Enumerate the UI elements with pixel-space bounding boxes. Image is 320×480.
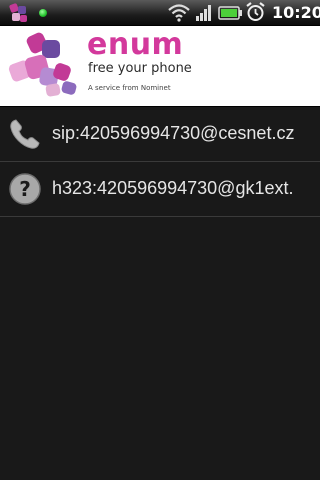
list-item[interactable]: sip:420596994730@cesnet.cz <box>0 107 320 162</box>
brand-name: enum <box>87 27 184 62</box>
clock-time: 10:20 <box>272 3 320 22</box>
question-mark-icon: ? <box>9 173 41 205</box>
alarm-clock-icon <box>246 2 265 21</box>
brand-tagline: free your phone <box>88 61 192 76</box>
signal-icon <box>196 5 211 21</box>
enum-logo <box>8 32 77 97</box>
enum-app-icon <box>9 3 27 22</box>
green-dot-icon <box>39 9 47 17</box>
list-item[interactable]: ? h323:420596994730@gk1ext. <box>0 162 320 217</box>
entry-uri: h323:420596994730@gk1ext. <box>52 178 294 198</box>
wifi-icon <box>168 4 190 22</box>
service-note: A service from Nominet <box>88 84 171 92</box>
phone-handset-icon <box>10 119 40 149</box>
battery-icon <box>218 6 242 20</box>
svg-text:?: ? <box>19 177 31 201</box>
entry-uri: sip:420596994730@cesnet.cz <box>52 123 295 143</box>
status-bar: 10:20 <box>0 0 320 26</box>
enum-results-list: sip:420596994730@cesnet.cz ? h323:420596… <box>0 107 320 480</box>
header-banner: enum free your phone A service from Nomi… <box>0 26 320 106</box>
